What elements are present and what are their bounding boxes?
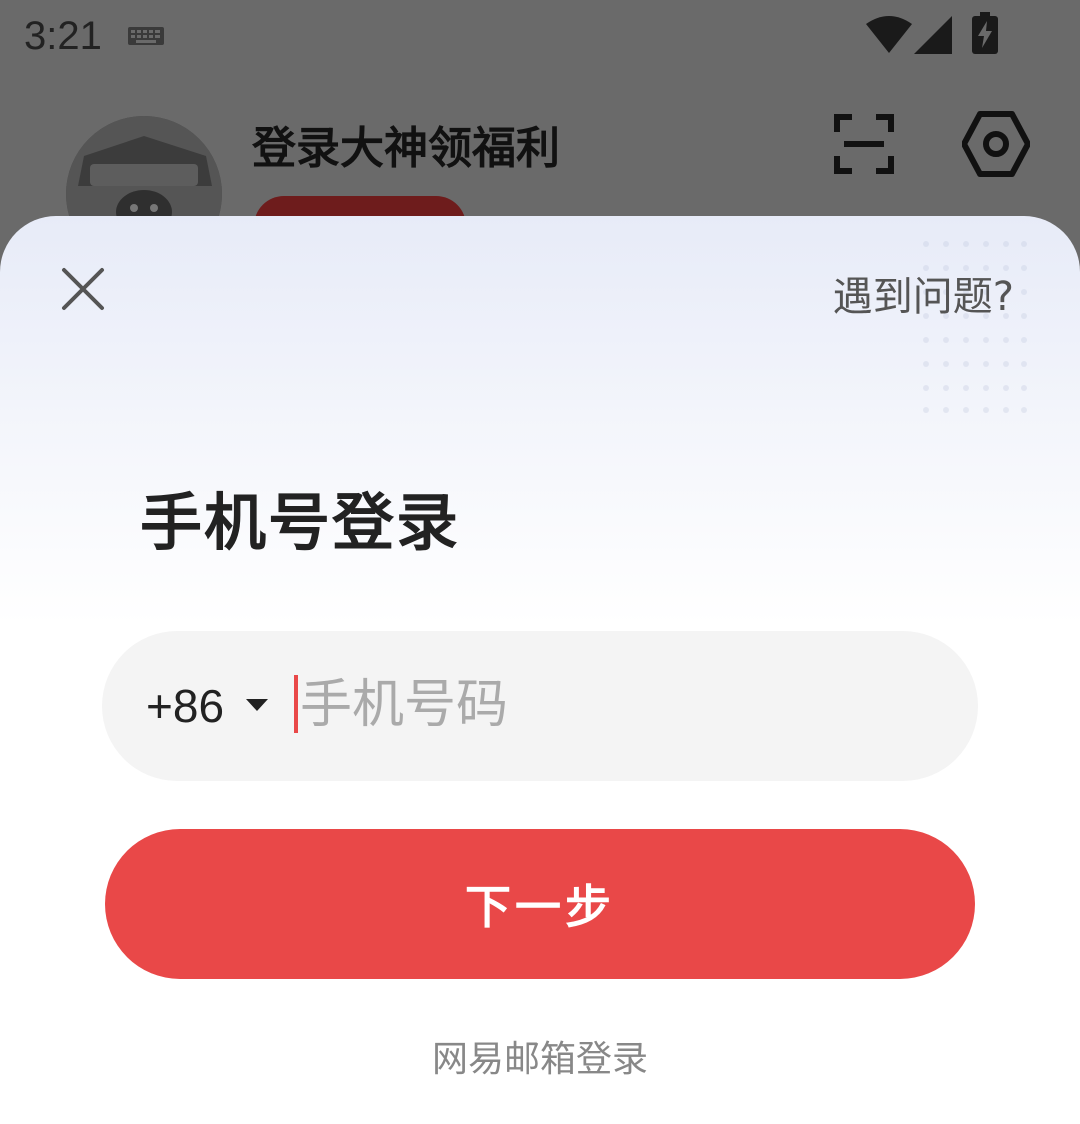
status-bar: 3:21 xyxy=(0,0,1080,76)
keyboard-icon xyxy=(128,27,164,45)
wifi-icon xyxy=(866,16,912,53)
text-cursor xyxy=(294,675,298,733)
settings-icon[interactable] xyxy=(962,110,1030,178)
phone-input-row: +86 xyxy=(102,631,978,781)
signal-icon xyxy=(914,16,952,54)
country-code-select[interactable]: +86 xyxy=(146,679,224,733)
profile-login-title[interactable]: 登录大神领福利 xyxy=(252,112,560,176)
phone-number-input[interactable] xyxy=(300,665,920,745)
scan-icon[interactable] xyxy=(834,114,894,174)
caret-down-icon[interactable] xyxy=(246,699,268,713)
status-time: 3:21 xyxy=(24,14,102,58)
profile-header: 登录大神领福利 xyxy=(0,76,1080,272)
login-sheet: 遇到问题? 手机号登录 +86 下一步 网易邮箱登录 xyxy=(0,216,1080,1124)
close-icon[interactable] xyxy=(58,264,108,314)
battery-charging-icon xyxy=(972,12,998,54)
help-link[interactable]: 遇到问题? xyxy=(833,264,1014,322)
email-login-link[interactable]: 网易邮箱登录 xyxy=(0,1030,1080,1082)
page-title: 手机号登录 xyxy=(140,486,461,559)
next-button[interactable]: 下一步 xyxy=(105,829,975,979)
